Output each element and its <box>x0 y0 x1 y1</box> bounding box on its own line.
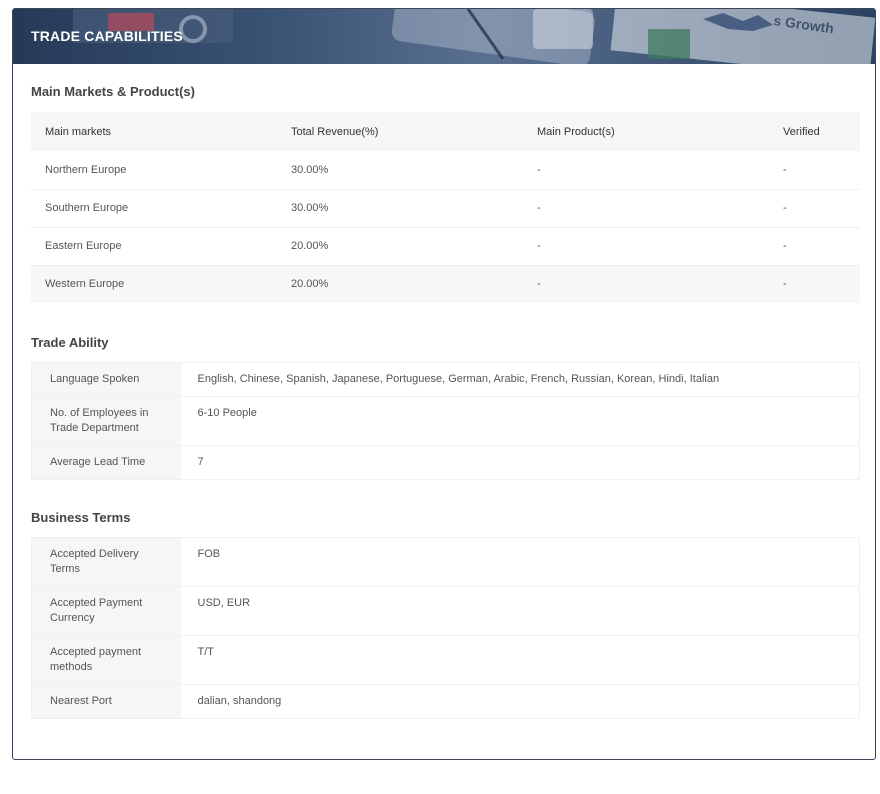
trade-ability-section-title: Trade Ability <box>31 335 109 350</box>
row-label: Accepted Delivery Terms <box>31 537 181 587</box>
column-header-verified: Verified <box>769 112 860 151</box>
trade-capabilities-card: s Growth TRADE CAPABILITIES Main Markets… <box>12 8 876 760</box>
verified-cell: - <box>769 189 860 228</box>
market-cell: Southern Europe <box>31 189 277 228</box>
table-row: Northern Europe 30.00% - - <box>31 151 860 190</box>
table-row: Accepted Payment Currency USD, EUR <box>31 586 860 636</box>
business-terms-section-title: Business Terms <box>31 510 131 525</box>
column-header-total-revenue: Total Revenue(%) <box>277 112 523 151</box>
row-label: Accepted Payment Currency <box>31 586 181 636</box>
row-value: FOB <box>180 537 860 587</box>
revenue-cell: 30.00% <box>277 151 523 190</box>
revenue-cell: 30.00% <box>277 189 523 228</box>
markets-section-title: Main Markets & Product(s) <box>31 84 195 99</box>
row-value: 6-10 People <box>180 396 860 446</box>
row-label: Language Spoken <box>31 362 181 397</box>
row-label: Accepted payment methods <box>31 635 181 685</box>
row-label: Nearest Port <box>31 684 181 719</box>
table-row: Accepted payment methods T/T <box>31 635 860 685</box>
market-cell: Eastern Europe <box>31 227 277 266</box>
product-cell: - <box>523 189 769 228</box>
table-header-row: Main markets Total Revenue(%) Main Produ… <box>31 112 860 151</box>
table-row: Eastern Europe 20.00% - - <box>31 227 860 266</box>
column-header-main-products: Main Product(s) <box>523 112 769 151</box>
revenue-cell: 20.00% <box>277 265 523 303</box>
product-cell: - <box>523 265 769 303</box>
market-cell: Northern Europe <box>31 151 277 190</box>
verified-cell: - <box>769 265 860 303</box>
table-row: Southern Europe 30.00% - - <box>31 189 860 228</box>
row-value: T/T <box>180 635 860 685</box>
main-markets-table: Main markets Total Revenue(%) Main Produ… <box>31 112 860 303</box>
verified-cell: - <box>769 151 860 190</box>
table-row: No. of Employees in Trade Department 6-1… <box>31 396 860 446</box>
business-terms-table: Accepted Delivery Terms FOB Accepted Pay… <box>31 537 860 719</box>
market-cell: Western Europe <box>31 265 277 303</box>
table-row: Average Lead Time 7 <box>31 445 860 480</box>
table-row: Accepted Delivery Terms FOB <box>31 537 860 587</box>
row-value: English, Chinese, Spanish, Japanese, Por… <box>180 362 860 397</box>
table-row: Nearest Port dalian, shandong <box>31 684 860 719</box>
verified-cell: - <box>769 227 860 266</box>
table-row: Language Spoken English, Chinese, Spanis… <box>31 362 860 397</box>
column-header-main-markets: Main markets <box>31 112 277 151</box>
table-row: Western Europe 20.00% - - <box>31 265 860 303</box>
revenue-cell: 20.00% <box>277 227 523 266</box>
product-cell: - <box>523 151 769 190</box>
product-cell: - <box>523 227 769 266</box>
row-value: USD, EUR <box>180 586 860 636</box>
row-label: Average Lead Time <box>31 445 181 480</box>
row-value: dalian, shandong <box>180 684 860 719</box>
section-banner-title: TRADE CAPABILITIES <box>31 28 183 44</box>
trade-ability-table: Language Spoken English, Chinese, Spanis… <box>31 362 860 480</box>
row-value: 7 <box>180 445 860 480</box>
row-label: No. of Employees in Trade Department <box>31 396 181 446</box>
banner: s Growth TRADE CAPABILITIES <box>13 9 875 64</box>
